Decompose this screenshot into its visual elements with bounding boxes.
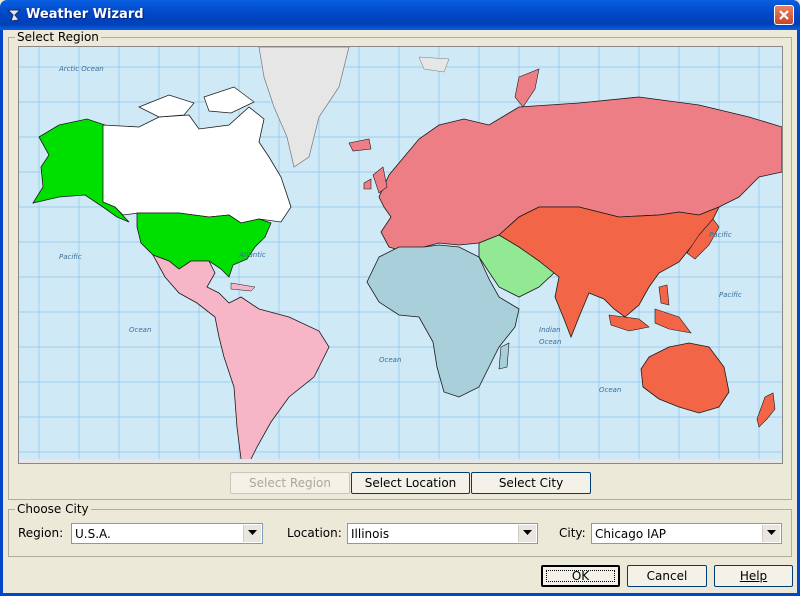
chevron-down-icon[interactable] xyxy=(762,525,780,542)
city-dropdown-value: Chicago IAP xyxy=(595,527,667,541)
greenland-landmass xyxy=(258,47,350,168)
city-dropdown[interactable]: Chicago IAP xyxy=(591,523,782,544)
ok-button[interactable]: OK xyxy=(541,565,620,587)
region-canada[interactable] xyxy=(102,106,292,224)
svalbard-landmass xyxy=(418,56,450,73)
world-region-map[interactable]: Arctic Ocean Pacific Atlantic Pacific Ocean O… xyxy=(18,46,783,464)
ocean-label: Ocean xyxy=(379,356,401,364)
help-button[interactable]: Help xyxy=(714,565,793,587)
city-label: City: xyxy=(559,526,586,540)
weather-wizard-app-icon xyxy=(6,7,22,23)
ocean-label: Pacific xyxy=(59,253,82,261)
chevron-down-icon[interactable] xyxy=(243,525,261,542)
ocean-label: Ocean xyxy=(129,326,151,334)
ocean-label: Atlantic xyxy=(238,251,266,259)
choose-city-group-title: Choose City xyxy=(15,502,91,516)
ocean-label: Pacific xyxy=(719,291,742,299)
select-region-group-title: Select Region xyxy=(15,30,101,44)
cancel-button[interactable]: Cancel xyxy=(627,565,707,587)
title-bar: Weather Wizard xyxy=(0,0,800,30)
chevron-down-icon[interactable] xyxy=(518,525,536,542)
new-zealand xyxy=(756,392,776,428)
select-city-button[interactable]: Select City xyxy=(471,472,591,494)
region-dropdown[interactable]: U.S.A. xyxy=(71,523,263,544)
australia[interactable] xyxy=(640,342,730,414)
ocean-label: Arctic Ocean xyxy=(58,65,104,73)
close-button[interactable] xyxy=(774,5,794,25)
select-region-button[interactable]: Select Region xyxy=(230,472,350,494)
location-label: Location: xyxy=(287,526,342,540)
uk-ireland xyxy=(363,166,388,194)
ocean-label: Ocean xyxy=(599,386,621,394)
ocean-label: Indian xyxy=(539,326,561,334)
antarctica-edge xyxy=(19,459,782,463)
close-icon xyxy=(779,10,789,20)
iceland xyxy=(348,138,372,152)
location-dropdown-value: Illinois xyxy=(351,527,390,541)
ok-button-label: OK xyxy=(571,569,590,583)
region-label: Region: xyxy=(18,526,64,540)
window-title: Weather Wizard xyxy=(26,7,144,22)
region-dropdown-value: U.S.A. xyxy=(75,527,111,541)
ocean-label: Pacific xyxy=(709,231,732,239)
caribbean-islands xyxy=(230,282,256,292)
novaya-zemlya xyxy=(514,68,540,108)
ocean-label: Ocean xyxy=(539,338,561,346)
location-dropdown[interactable]: Illinois xyxy=(347,523,538,544)
select-location-button[interactable]: Select Location xyxy=(351,472,470,494)
